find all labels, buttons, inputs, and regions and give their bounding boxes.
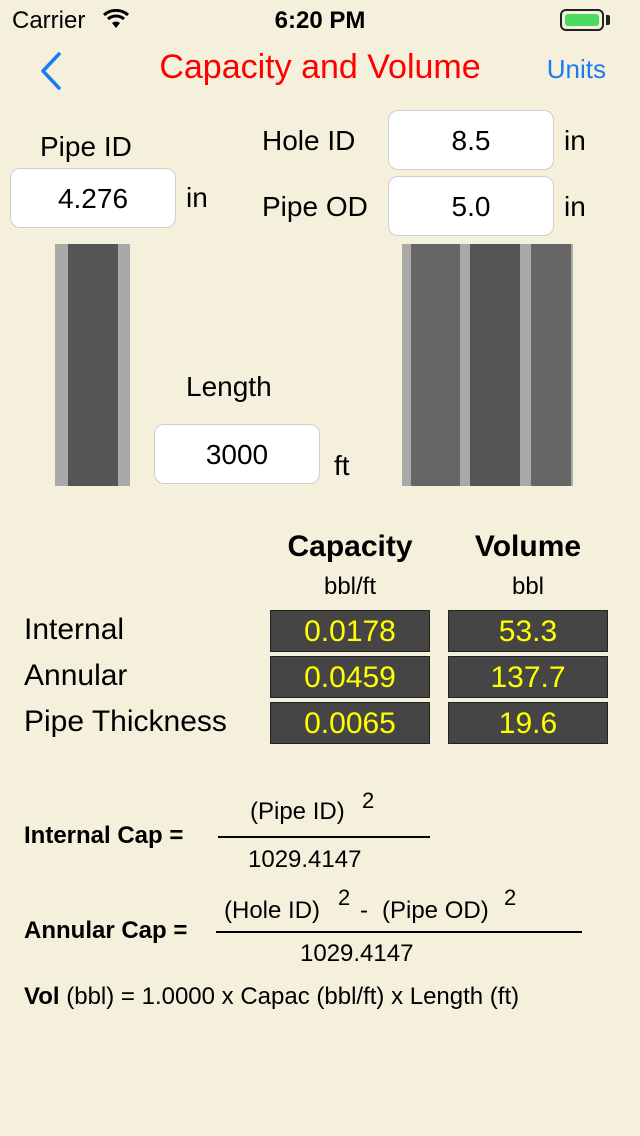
annular-cap-fraction-bar — [216, 931, 582, 933]
battery-icon — [560, 9, 604, 31]
pipe-id-field[interactable]: 4.276 — [10, 168, 176, 228]
pipe-id-unit: in — [186, 182, 208, 213]
status-bar: Carrier 6:20 PM — [0, 0, 640, 40]
annular-capacity-value: 0.0459 — [270, 656, 430, 698]
internal-cap-exponent: 2 — [362, 788, 375, 813]
row-label-annular: Annular — [24, 659, 128, 692]
internal-cap-fraction-bar — [218, 836, 430, 838]
battery-tip — [606, 15, 610, 25]
volume-formula: Vol (bbl) = 1.0000 x Capac (bbl/ft) x Le… — [24, 983, 519, 1011]
pipe-od-field[interactable]: 5.0 — [388, 176, 554, 236]
annulus-diagram — [402, 244, 573, 486]
annular-cap-numerator-hole: (Hole ID) — [224, 897, 321, 924]
annular-cap-exponent-hole: 2 — [338, 885, 351, 910]
pipe-od-label: Pipe OD — [262, 191, 368, 222]
internal-cap-formula-label: Internal Cap = — [24, 822, 184, 849]
annular-volume-value: 137.7 — [448, 656, 608, 698]
internal-capacity-value: 0.0178 — [270, 610, 430, 652]
length-unit: ft — [334, 450, 350, 481]
pipe-od-unit: in — [564, 191, 586, 222]
length-label: Length — [186, 371, 272, 402]
annular-cap-numerator-pipe: (Pipe OD) — [382, 897, 489, 924]
annular-cap-formula-label: Annular Cap = — [24, 917, 188, 944]
capacity-unit: bbl/ft — [323, 573, 377, 600]
pipe-thickness-capacity-value: 0.0065 — [270, 702, 430, 744]
annular-cap-denominator: 1029.4147 — [300, 940, 414, 967]
page-title: Capacity and Volume — [159, 48, 481, 86]
hole-id-field[interactable]: 8.5 — [388, 110, 554, 170]
clock: 6:20 PM — [274, 7, 366, 34]
pipe-diagram — [55, 244, 130, 486]
annular-cap-exponent-pipe: 2 — [504, 885, 517, 910]
row-label-internal: Internal — [24, 613, 125, 646]
internal-volume-value: 53.3 — [448, 610, 608, 652]
pipe-thickness-volume-value: 19.6 — [448, 702, 608, 744]
hole-id-unit: in — [564, 125, 586, 156]
hole-id-label: Hole ID — [262, 125, 356, 156]
length-field[interactable]: 3000 — [154, 424, 320, 484]
annular-cap-minus: - — [360, 897, 368, 924]
internal-cap-numerator: (Pipe ID) — [250, 798, 345, 825]
volume-unit: bbl — [511, 573, 545, 600]
pipe-id-label: Pipe ID — [40, 131, 132, 162]
internal-cap-denominator: 1029.4147 — [248, 846, 362, 873]
capacity-header: Capacity — [287, 530, 413, 563]
volume-formula-text: (bbl) = 1.0000 x Capac (bbl/ft) x Length… — [59, 983, 520, 1010]
units-button[interactable]: Units — [547, 54, 606, 85]
volume-header: Volume — [474, 530, 582, 563]
volume-formula-label: Vol — [24, 983, 60, 1010]
row-label-pipe-thickness: Pipe Thickness — [24, 705, 227, 738]
